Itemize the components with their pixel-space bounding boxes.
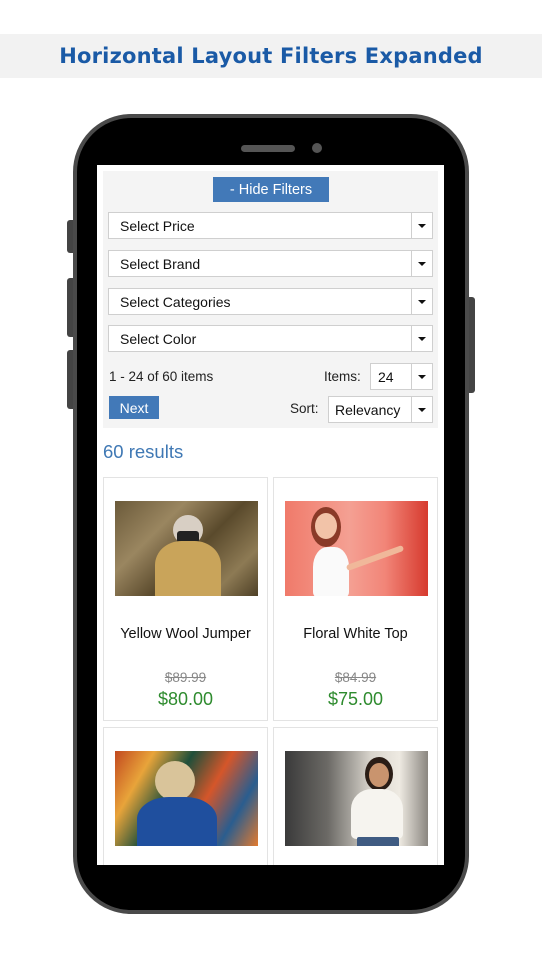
price-select[interactable]: Select Price (108, 212, 433, 239)
product-image[interactable] (115, 751, 258, 846)
product-price: $75.00 (327, 689, 384, 709)
banner: Horizontal Layout Filters Expanded (0, 34, 542, 78)
phone-screen: - Hide Filters Select Price Select Brand… (97, 165, 444, 865)
chevron-down-icon[interactable] (411, 213, 432, 238)
price-select-label: Select Price (120, 217, 195, 234)
product-card[interactable] (273, 727, 438, 865)
pagination-range: 1 - 24 of 60 items (109, 369, 214, 384)
product-image[interactable] (115, 501, 258, 596)
product-card[interactable]: Yellow Wool Jumper $89.99 $80.00 (103, 477, 268, 721)
categories-select-label: Select Categories (120, 293, 231, 310)
chevron-down-icon[interactable] (411, 251, 432, 276)
hide-filters-button[interactable]: - Hide Filters (213, 177, 329, 202)
product-price: $80.00 (157, 689, 214, 709)
items-per-page-value: 24 (378, 368, 394, 385)
brand-select[interactable]: Select Brand (108, 250, 433, 277)
sort-select[interactable]: Relevancy (328, 396, 433, 423)
banner-title: Horizontal Layout Filters Expanded (59, 44, 483, 68)
chevron-down-icon[interactable] (411, 397, 432, 422)
phone-speaker (241, 145, 295, 152)
next-page-button[interactable]: Next (109, 396, 159, 419)
product-image[interactable] (285, 501, 428, 596)
product-card[interactable]: Floral White Top $84.99 $75.00 (273, 477, 438, 721)
categories-select[interactable]: Select Categories (108, 288, 433, 315)
phone-power-button (469, 297, 475, 393)
sort-value: Relevancy (335, 401, 401, 418)
product-old-price: $84.99 (334, 670, 377, 685)
phone-camera (312, 143, 322, 153)
chevron-down-icon[interactable] (411, 364, 432, 389)
chevron-down-icon[interactable] (411, 289, 432, 314)
sort-label: Sort: (290, 401, 319, 416)
results-count: 60 results (103, 441, 184, 462)
filters-panel: - Hide Filters Select Price Select Brand… (103, 171, 438, 428)
product-image[interactable] (285, 751, 428, 846)
color-select[interactable]: Select Color (108, 325, 433, 352)
product-card[interactable] (103, 727, 268, 865)
product-name[interactable]: Yellow Wool Jumper (104, 626, 267, 642)
product-old-price: $89.99 (164, 670, 207, 685)
brand-select-label: Select Brand (120, 255, 201, 272)
items-per-page-select[interactable]: 24 (370, 363, 433, 390)
color-select-label: Select Color (120, 330, 197, 347)
chevron-down-icon[interactable] (411, 326, 432, 351)
items-per-page-label: Items: (324, 369, 361, 384)
product-name[interactable]: Floral White Top (274, 626, 437, 642)
